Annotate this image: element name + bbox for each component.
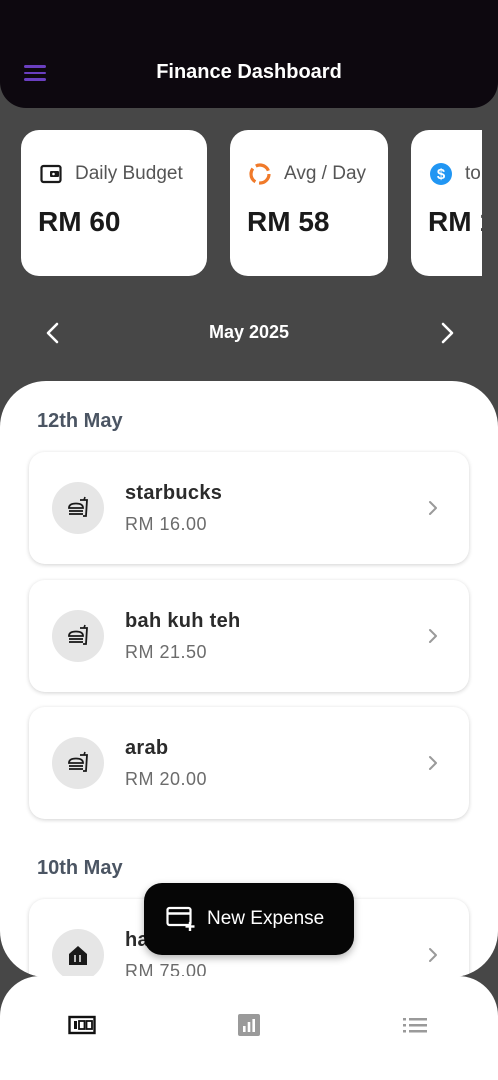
- new-expense-button[interactable]: New Expense: [144, 883, 354, 955]
- date-header: 12th May: [37, 410, 123, 432]
- stat-value: RM 58: [247, 206, 330, 237]
- expense-name: arab: [125, 737, 169, 759]
- chevron-right-icon: [429, 756, 437, 770]
- wallet-icon: [40, 164, 62, 184]
- fastfood-icon: [52, 737, 104, 789]
- expense-amount: RM 20.00: [125, 769, 208, 789]
- stat-label: Daily Budget: [75, 163, 183, 184]
- bottom-navigation: [0, 976, 498, 1080]
- expense-item[interactable]: starbucks RM 16.00: [29, 452, 469, 564]
- new-expense-label: New Expense: [207, 908, 325, 929]
- expense-item[interactable]: arab RM 20.00: [29, 707, 469, 819]
- stats-carousel[interactable]: Daily Budget RM 60 Avg / Day RM 58 $ to …: [0, 130, 482, 276]
- expense-amount: RM 16.00: [125, 514, 208, 534]
- stat-label: Avg / Day: [284, 163, 367, 184]
- chevron-right-icon: [429, 629, 437, 643]
- stat-value: RM 60: [38, 206, 121, 237]
- svg-text:$: $: [437, 166, 446, 183]
- chevron-right-icon: [429, 948, 437, 962]
- list-icon: [403, 1018, 427, 1033]
- expense-name: starbucks: [125, 482, 223, 504]
- fastfood-icon: [52, 482, 104, 534]
- nav-tab-money[interactable]: [62, 1010, 102, 1040]
- house-icon: [52, 929, 104, 977]
- donut-chart-icon: [249, 163, 271, 185]
- expense-item[interactable]: bah kuh teh RM 21.50: [29, 580, 469, 692]
- stat-value: RM 1: [428, 206, 482, 237]
- app-bar: Finance Dashboard: [0, 0, 498, 108]
- stat-card-daily-budget: Daily Budget RM 60: [21, 130, 207, 276]
- bar-chart-icon: [238, 1014, 260, 1036]
- nav-tab-chart[interactable]: [229, 1010, 269, 1040]
- dollar-circle-icon: $: [430, 163, 452, 185]
- chevron-right-icon[interactable]: [432, 318, 462, 348]
- page-title: Finance Dashboard: [156, 61, 342, 83]
- date-header: 10th May: [37, 857, 123, 879]
- stat-card-total: $ to RM 1: [411, 130, 482, 276]
- month-navigator: May 2025: [0, 310, 498, 356]
- chevron-right-icon: [429, 501, 437, 515]
- stat-card-avg-day: Avg / Day RM 58: [230, 130, 388, 276]
- stat-label: to: [465, 163, 481, 184]
- nav-tab-list[interactable]: [395, 1010, 435, 1040]
- expense-amount: RM 21.50: [125, 642, 208, 662]
- money-icon: [68, 1015, 96, 1035]
- add-card-icon: [166, 906, 195, 931]
- expense-name: bah kuh teh: [125, 610, 241, 632]
- fastfood-icon: [52, 610, 104, 662]
- month-label: May 2025: [208, 322, 290, 342]
- expense-amount: RM 75.00: [125, 961, 208, 977]
